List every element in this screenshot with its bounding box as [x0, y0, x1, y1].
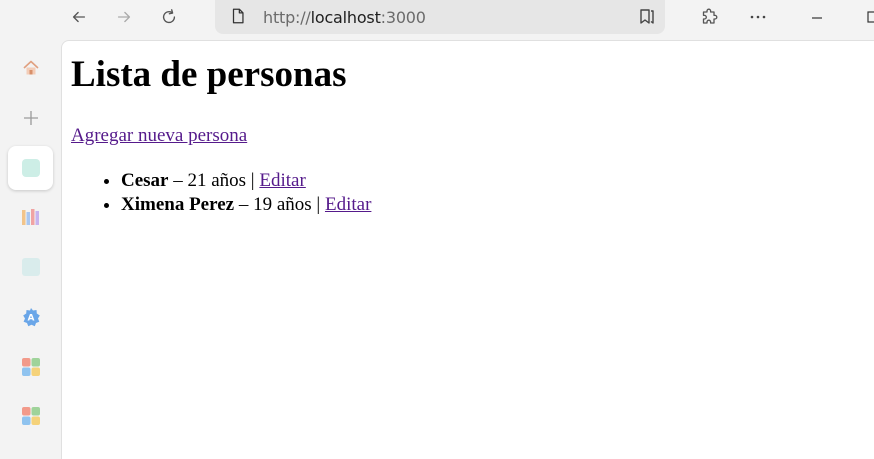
forward-button[interactable]: [108, 4, 140, 30]
arrow-left-icon: [72, 11, 86, 23]
office-icon: [21, 407, 40, 425]
sidebar-current-tab[interactable]: [8, 146, 53, 190]
page-content: Lista de personas Agregar nueva persona …: [61, 40, 874, 459]
minimize-icon: [812, 17, 822, 19]
sidebar-collections[interactable]: [8, 195, 53, 239]
more-button[interactable]: [745, 5, 771, 29]
sidebar-translator[interactable]: A: [8, 295, 53, 339]
home-icon: [22, 60, 39, 75]
books-icon: [21, 209, 39, 225]
edit-link[interactable]: Editar: [259, 170, 305, 191]
url-host: localhost: [310, 8, 381, 27]
person-name: Ximena Perez: [121, 194, 235, 215]
address-bar[interactable]: http://localhost:3000: [215, 0, 665, 34]
reload-icon: [162, 9, 176, 24]
maximize-icon: [867, 11, 874, 23]
add-person-link[interactable]: Agregar nueva persona: [71, 125, 247, 147]
extensions-button[interactable]: [697, 5, 723, 29]
translator-icon: A: [22, 308, 40, 327]
person-detail: – 21 años |: [168, 170, 260, 191]
edit-link[interactable]: Editar: [325, 194, 371, 215]
sidebar-tab[interactable]: [8, 245, 53, 289]
url-prefix: http://: [263, 8, 311, 27]
reload-button[interactable]: [153, 4, 185, 30]
browser-toolbar: http://localhost:3000: [0, 0, 874, 40]
maximize-button[interactable]: [860, 5, 874, 29]
sidebar-office[interactable]: [8, 345, 53, 389]
puzzle-icon: [702, 8, 718, 24]
sidebar-office-2[interactable]: [8, 394, 53, 438]
list-item: Ximena Perez – 19 años | Editar: [121, 193, 371, 217]
sidebar-home[interactable]: [8, 46, 53, 90]
reading-view-icon[interactable]: [637, 6, 657, 26]
minimize-button[interactable]: [804, 5, 830, 29]
tab-icon: [21, 159, 40, 177]
person-name: Cesar: [121, 170, 169, 191]
list-item: Cesar – 21 años | Editar: [121, 169, 371, 193]
page-icon[interactable]: [229, 7, 247, 25]
svg-text:A: A: [27, 314, 34, 324]
office-icon: [21, 358, 40, 376]
people-list: Cesar – 21 años | Editar Ximena Perez – …: [121, 169, 371, 217]
tab-icon: [21, 258, 40, 276]
sidebar-add[interactable]: [8, 96, 53, 140]
add-icon: [23, 111, 38, 125]
url-port: :3000: [380, 8, 426, 27]
back-button[interactable]: [63, 4, 95, 30]
more-dots-icon: [750, 15, 766, 19]
page-title: Lista de personas: [71, 54, 347, 95]
arrow-right-icon: [117, 11, 131, 23]
person-detail: – 19 años |: [234, 194, 325, 215]
url-text[interactable]: http://localhost:3000: [263, 8, 426, 27]
sidebar: A: [0, 40, 61, 459]
